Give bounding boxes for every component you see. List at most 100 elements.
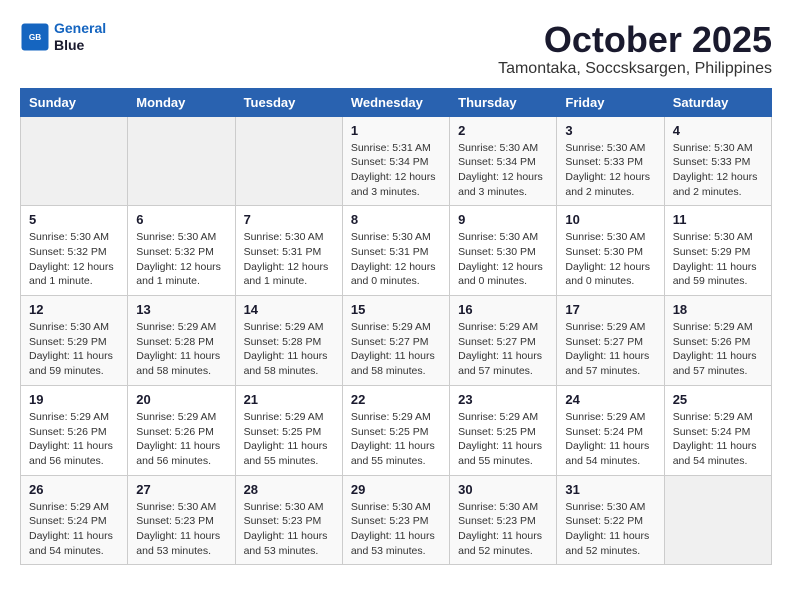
calendar-cell [664, 475, 771, 565]
weekday-header-wednesday: Wednesday [342, 88, 449, 116]
location-title: Tamontaka, Soccsksargen, Philippines [498, 60, 772, 78]
page-header: GB General Blue October 2025 Tamontaka, … [20, 20, 772, 78]
day-number: 14 [244, 302, 334, 317]
day-number: 25 [673, 392, 763, 407]
calendar-cell: 18 Sunrise: 5:29 AM Sunset: 5:26 PM Dayli… [664, 296, 771, 386]
calendar-week-row: 12 Sunrise: 5:30 AM Sunset: 5:29 PM Dayli… [21, 296, 772, 386]
weekday-header-saturday: Saturday [664, 88, 771, 116]
day-number: 9 [458, 212, 548, 227]
calendar-cell: 1 Sunrise: 5:31 AM Sunset: 5:34 PM Daylig… [342, 116, 449, 206]
day-info: Sunrise: 5:29 AM Sunset: 5:28 PM Dayligh… [136, 320, 226, 379]
day-info: Sunrise: 5:30 AM Sunset: 5:29 PM Dayligh… [29, 320, 119, 379]
day-number: 20 [136, 392, 226, 407]
day-info: Sunrise: 5:30 AM Sunset: 5:23 PM Dayligh… [244, 500, 334, 559]
calendar-week-row: 5 Sunrise: 5:30 AM Sunset: 5:32 PM Daylig… [21, 206, 772, 296]
day-number: 13 [136, 302, 226, 317]
day-info: Sunrise: 5:29 AM Sunset: 5:27 PM Dayligh… [351, 320, 441, 379]
day-info: Sunrise: 5:29 AM Sunset: 5:24 PM Dayligh… [29, 500, 119, 559]
day-info: Sunrise: 5:30 AM Sunset: 5:29 PM Dayligh… [673, 230, 763, 289]
weekday-header-friday: Friday [557, 88, 664, 116]
logo-line2: Blue [54, 37, 106, 54]
day-number: 27 [136, 482, 226, 497]
month-title: October 2025 [498, 20, 772, 60]
title-section: October 2025 Tamontaka, Soccsksargen, Ph… [498, 20, 772, 78]
calendar-cell: 25Sunrise: 5:29 AM Sunset: 5:24 PM Dayli… [664, 385, 771, 475]
day-number: 31 [565, 482, 655, 497]
logo-text: General Blue [54, 20, 106, 54]
day-info: Sunrise: 5:30 AM Sunset: 5:32 PM Dayligh… [136, 230, 226, 289]
day-number: 15 [351, 302, 441, 317]
day-info: Sunrise: 5:29 AM Sunset: 5:25 PM Dayligh… [351, 410, 441, 469]
logo-line1: General [54, 20, 106, 36]
day-number: 17 [565, 302, 655, 317]
day-number: 1 [351, 123, 441, 138]
weekday-header-sunday: Sunday [21, 88, 128, 116]
calendar-cell: 15 Sunrise: 5:29 AM Sunset: 5:27 PM Dayli… [342, 296, 449, 386]
day-info: Sunrise: 5:29 AM Sunset: 5:26 PM Dayligh… [673, 320, 763, 379]
day-info: Sunrise: 5:29 AM Sunset: 5:26 PM Dayligh… [136, 410, 226, 469]
day-info: Sunrise: 5:30 AM Sunset: 5:33 PM Dayligh… [673, 141, 763, 200]
calendar-week-row: 26 Sunrise: 5:29 AM Sunset: 5:24 PM Dayli… [21, 475, 772, 565]
calendar-cell: 3Sunrise: 5:30 AM Sunset: 5:33 PM Daylig… [557, 116, 664, 206]
day-info: Sunrise: 5:30 AM Sunset: 5:23 PM Dayligh… [458, 500, 548, 559]
weekday-header-tuesday: Tuesday [235, 88, 342, 116]
day-info: Sunrise: 5:30 AM Sunset: 5:30 PM Dayligh… [565, 230, 655, 289]
day-info: Sunrise: 5:29 AM Sunset: 5:24 PM Dayligh… [565, 410, 655, 469]
day-info: Sunrise: 5:30 AM Sunset: 5:23 PM Dayligh… [351, 500, 441, 559]
calendar-cell: 11 Sunrise: 5:30 AM Sunset: 5:29 PM Dayli… [664, 206, 771, 296]
calendar-cell: 5 Sunrise: 5:30 AM Sunset: 5:32 PM Daylig… [21, 206, 128, 296]
calendar-week-row: 19 Sunrise: 5:29 AM Sunset: 5:26 PM Dayli… [21, 385, 772, 475]
day-info: Sunrise: 5:29 AM Sunset: 5:28 PM Dayligh… [244, 320, 334, 379]
calendar-cell: 23Sunrise: 5:29 AM Sunset: 5:25 PM Dayli… [450, 385, 557, 475]
day-number: 22 [351, 392, 441, 407]
calendar-cell: 4 Sunrise: 5:30 AM Sunset: 5:33 PM Daylig… [664, 116, 771, 206]
calendar-cell: 22 Sunrise: 5:29 AM Sunset: 5:25 PM Dayli… [342, 385, 449, 475]
calendar-cell: 10Sunrise: 5:30 AM Sunset: 5:30 PM Dayli… [557, 206, 664, 296]
logo: GB General Blue [20, 20, 106, 54]
day-number: 29 [351, 482, 441, 497]
day-number: 8 [351, 212, 441, 227]
day-number: 26 [29, 482, 119, 497]
day-number: 5 [29, 212, 119, 227]
day-info: Sunrise: 5:30 AM Sunset: 5:34 PM Dayligh… [458, 141, 548, 200]
day-info: Sunrise: 5:29 AM Sunset: 5:27 PM Dayligh… [565, 320, 655, 379]
day-number: 2 [458, 123, 548, 138]
day-info: Sunrise: 5:31 AM Sunset: 5:34 PM Dayligh… [351, 141, 441, 200]
day-info: Sunrise: 5:30 AM Sunset: 5:32 PM Dayligh… [29, 230, 119, 289]
day-number: 28 [244, 482, 334, 497]
calendar-cell: 6 Sunrise: 5:30 AM Sunset: 5:32 PM Daylig… [128, 206, 235, 296]
calendar-cell: 26 Sunrise: 5:29 AM Sunset: 5:24 PM Dayli… [21, 475, 128, 565]
calendar-cell: 20 Sunrise: 5:29 AM Sunset: 5:26 PM Dayli… [128, 385, 235, 475]
day-number: 18 [673, 302, 763, 317]
calendar-week-row: 1 Sunrise: 5:31 AM Sunset: 5:34 PM Daylig… [21, 116, 772, 206]
day-number: 19 [29, 392, 119, 407]
day-info: Sunrise: 5:30 AM Sunset: 5:31 PM Dayligh… [244, 230, 334, 289]
calendar-cell: 14 Sunrise: 5:29 AM Sunset: 5:28 PM Dayli… [235, 296, 342, 386]
calendar-cell: 27Sunrise: 5:30 AM Sunset: 5:23 PM Dayli… [128, 475, 235, 565]
day-number: 30 [458, 482, 548, 497]
day-info: Sunrise: 5:29 AM Sunset: 5:25 PM Dayligh… [244, 410, 334, 469]
calendar-cell: 2 Sunrise: 5:30 AM Sunset: 5:34 PM Daylig… [450, 116, 557, 206]
day-info: Sunrise: 5:29 AM Sunset: 5:26 PM Dayligh… [29, 410, 119, 469]
day-number: 12 [29, 302, 119, 317]
day-number: 4 [673, 123, 763, 138]
day-number: 16 [458, 302, 548, 317]
calendar-cell: 19 Sunrise: 5:29 AM Sunset: 5:26 PM Dayli… [21, 385, 128, 475]
calendar-cell: 21 Sunrise: 5:29 AM Sunset: 5:25 PM Dayli… [235, 385, 342, 475]
calendar-cell: 13 Sunrise: 5:29 AM Sunset: 5:28 PM Dayli… [128, 296, 235, 386]
weekday-header-row: SundayMondayTuesdayWednesdayThursdayFrid… [21, 88, 772, 116]
calendar-cell: 29 Sunrise: 5:30 AM Sunset: 5:23 PM Dayli… [342, 475, 449, 565]
calendar-cell: 12 Sunrise: 5:30 AM Sunset: 5:29 PM Dayli… [21, 296, 128, 386]
day-number: 7 [244, 212, 334, 227]
day-number: 23 [458, 392, 548, 407]
logo-icon: GB [20, 22, 50, 52]
day-number: 6 [136, 212, 226, 227]
calendar-cell: 9 Sunrise: 5:30 AM Sunset: 5:30 PM Daylig… [450, 206, 557, 296]
day-info: Sunrise: 5:29 AM Sunset: 5:27 PM Dayligh… [458, 320, 548, 379]
svg-text:GB: GB [29, 33, 41, 42]
day-number: 3 [565, 123, 655, 138]
day-info: Sunrise: 5:30 AM Sunset: 5:30 PM Dayligh… [458, 230, 548, 289]
calendar-cell: 28 Sunrise: 5:30 AM Sunset: 5:23 PM Dayli… [235, 475, 342, 565]
day-number: 21 [244, 392, 334, 407]
day-number: 11 [673, 212, 763, 227]
